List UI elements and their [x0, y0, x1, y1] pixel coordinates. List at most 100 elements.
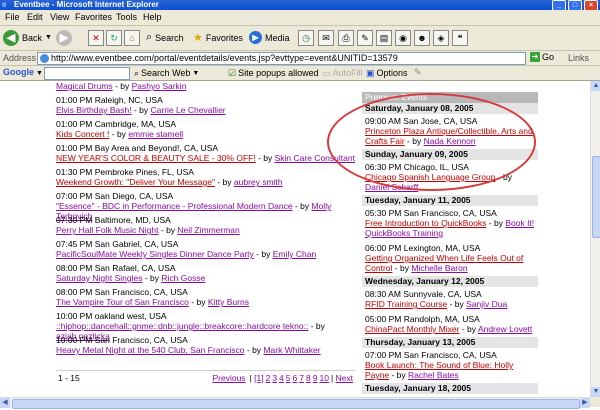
event-title-link[interactable]: Heavy Metal Night at the 540 Club, San F…: [56, 345, 245, 355]
pager-page-link[interactable]: 10: [319, 373, 328, 383]
event-organizer-link[interactable]: emmie stamell: [128, 129, 183, 139]
stop-button[interactable]: ✕: [88, 29, 104, 46]
chat-button[interactable]: ❝: [452, 29, 468, 46]
pencil-icon[interactable]: ✎: [414, 67, 422, 78]
pager-previous[interactable]: Previous: [212, 373, 245, 383]
menu-tools[interactable]: Tools: [116, 12, 137, 22]
media-icon: ▶: [249, 31, 262, 44]
research-button[interactable]: ◉: [395, 29, 411, 46]
premium-day-header: Thursday, January 13, 2005: [362, 337, 538, 348]
hscroll-thumb[interactable]: [12, 399, 580, 409]
event-organizer-link[interactable]: Carrie Le Chevallier: [151, 105, 226, 115]
pager: 1 - 15 Previous | [1] 2 3 4 5 6 7 8 9 10 | Next: [56, 370, 355, 383]
event-time-location: 01:00 PM Raleigh, NC, USA: [56, 95, 163, 105]
premium-day-header: Tuesday, January 18, 2005: [362, 383, 538, 394]
favorites-button[interactable]: ★ Favorites: [193, 29, 243, 46]
google-search-input[interactable]: [44, 67, 130, 80]
title-bar: e Eventbee - Microsoft Internet Explorer…: [0, 0, 600, 11]
print-button[interactable]: ⎙: [338, 29, 354, 46]
event-organizer-link[interactable]: Kitty Burns: [208, 297, 249, 307]
popup-blocker-button[interactable]: ☑ Site popups allowed: [228, 67, 319, 79]
event-title-link[interactable]: PacificSoulMate Weekly Singles Dinner Da…: [56, 249, 254, 259]
menu-help[interactable]: Help: [143, 12, 162, 22]
premium-event-title-link[interactable]: RFID Training Course: [365, 299, 447, 309]
research-icon: ◉: [395, 29, 411, 46]
by-label: - by: [256, 249, 271, 259]
event-organizer-link[interactable]: Rich Gosse: [161, 273, 205, 283]
premium-event-title-link[interactable]: ChinaPact Monthly Mixer: [365, 324, 459, 334]
google-logo[interactable]: Google ▼: [3, 67, 43, 77]
history-button[interactable]: ◷: [298, 29, 314, 46]
by-label: - by: [488, 218, 503, 228]
pager-page-link[interactable]: 3: [272, 373, 277, 383]
mail-icon: ✉: [318, 29, 334, 46]
back-button[interactable]: ◀ Back ▼: [3, 29, 52, 46]
menu-file[interactable]: File: [5, 12, 20, 22]
pager-page-link[interactable]: 2: [266, 373, 271, 383]
vertical-scrollbar[interactable]: ▲ ▼: [590, 81, 600, 397]
menu-favorites[interactable]: Favorites: [75, 12, 112, 22]
search-button[interactable]: ⌕ Search: [146, 29, 184, 46]
home-button[interactable]: ⌂: [124, 29, 140, 46]
mail-button[interactable]: ✉: [318, 29, 334, 46]
premium-event-organizer-link[interactable]: Rachel Bates: [408, 370, 459, 380]
premium-event-organizer-link[interactable]: Michelle Baron: [411, 263, 467, 273]
event-title-link[interactable]: NEW YEAR'S COLOR & BEAUTY SALE - 30% OFF…: [56, 153, 256, 163]
event-organizer-link[interactable]: Emily Chan: [273, 249, 316, 259]
pager-page-link[interactable]: 6: [293, 373, 298, 383]
edit-button[interactable]: ✎: [357, 29, 373, 46]
go-button[interactable]: ➜ Go: [530, 52, 554, 62]
refresh-button[interactable]: ↻: [106, 29, 122, 46]
links-label[interactable]: Links: [568, 53, 589, 63]
event-title-link[interactable]: Saturday Night Singles: [56, 273, 142, 283]
media-label: Media: [265, 32, 290, 43]
search-web-button[interactable]: ⌕ Search Web ▼: [134, 67, 199, 79]
scroll-right-icon[interactable]: ▶: [580, 398, 590, 408]
event-title-link[interactable]: Magical Drums: [56, 81, 113, 91]
pager-page-link[interactable]: 7: [299, 373, 304, 383]
scroll-down-icon[interactable]: ▼: [591, 387, 600, 397]
options-button[interactable]: ▣ Options: [366, 67, 408, 79]
event-title-link[interactable]: ::hiphop::dancehall::gnme::dnb::jungle::…: [56, 321, 308, 331]
forward-button[interactable]: ▶: [56, 29, 72, 46]
pager-page-link[interactable]: 4: [279, 373, 284, 383]
address-url: http://www.eventbee.com/portal/eventdeta…: [51, 53, 398, 63]
menu-view[interactable]: View: [50, 12, 69, 22]
media-button[interactable]: ▶ Media: [249, 29, 290, 46]
discuss-button[interactable]: ▤: [376, 29, 392, 46]
bookmark-button[interactable]: ◈: [433, 29, 449, 46]
pager-page-link[interactable]: 5: [286, 373, 291, 383]
scroll-thumb[interactable]: [592, 156, 600, 238]
pager-page-link[interactable]: [1]: [254, 373, 263, 383]
event-item: 08:00 PM San Rafael, CA, USA Saturday Nig…: [56, 263, 205, 283]
event-organizer-link[interactable]: aubrey smith: [234, 177, 283, 187]
event-title-link[interactable]: The Vampire Tour of San Francisco: [56, 297, 189, 307]
messenger-button[interactable]: ☻: [414, 29, 430, 46]
scroll-left-icon[interactable]: ◀: [0, 398, 10, 408]
event-title-link[interactable]: Kids Concert !: [56, 129, 109, 139]
favorites-label: Favorites: [205, 32, 243, 43]
highlight-circle: [327, 93, 536, 191]
premium-event-time-location: 07:00 PM San Francisco, CA, USA: [365, 350, 497, 360]
horizontal-scrollbar[interactable]: ◀ ▶: [0, 397, 590, 409]
event-organizer-link[interactable]: Neil Zimmerman: [177, 225, 239, 235]
event-title-link[interactable]: Perry Hall Folk Music Night: [56, 225, 159, 235]
event-organizer-link[interactable]: Pashyo Sarkin: [132, 81, 187, 91]
by-label: - by: [391, 370, 406, 380]
autofill-button[interactable]: ▭ AutoFill: [322, 67, 363, 79]
pager-range: 1 - 15: [58, 373, 80, 383]
address-input[interactable]: http://www.eventbee.com/portal/eventdeta…: [37, 52, 526, 65]
event-title-link[interactable]: "Essence" - BDC in Performance - Profess…: [56, 201, 293, 211]
pager-page-link[interactable]: 9: [313, 373, 318, 383]
premium-event-organizer-link[interactable]: Sanjiv Dua: [466, 299, 507, 309]
premium-event-organizer-link[interactable]: Andrew Lovett: [478, 324, 532, 334]
pager-page-link[interactable]: 8: [306, 373, 311, 383]
menu-edit[interactable]: Edit: [27, 12, 43, 22]
event-title-link[interactable]: Elvis Birthday Bash!: [56, 105, 132, 115]
event-title-link[interactable]: Weekend Growth: "Deliver Your Message": [56, 177, 215, 187]
scroll-up-icon[interactable]: ▲: [591, 81, 600, 91]
premium-event-time-location: 05:30 PM San Francisco, CA, USA: [365, 208, 497, 218]
event-organizer-link[interactable]: Mark Whittaker: [263, 345, 320, 355]
premium-event-title-link[interactable]: Free Introduction to QuickBooks: [365, 218, 486, 228]
pager-next[interactable]: Next: [336, 373, 353, 383]
